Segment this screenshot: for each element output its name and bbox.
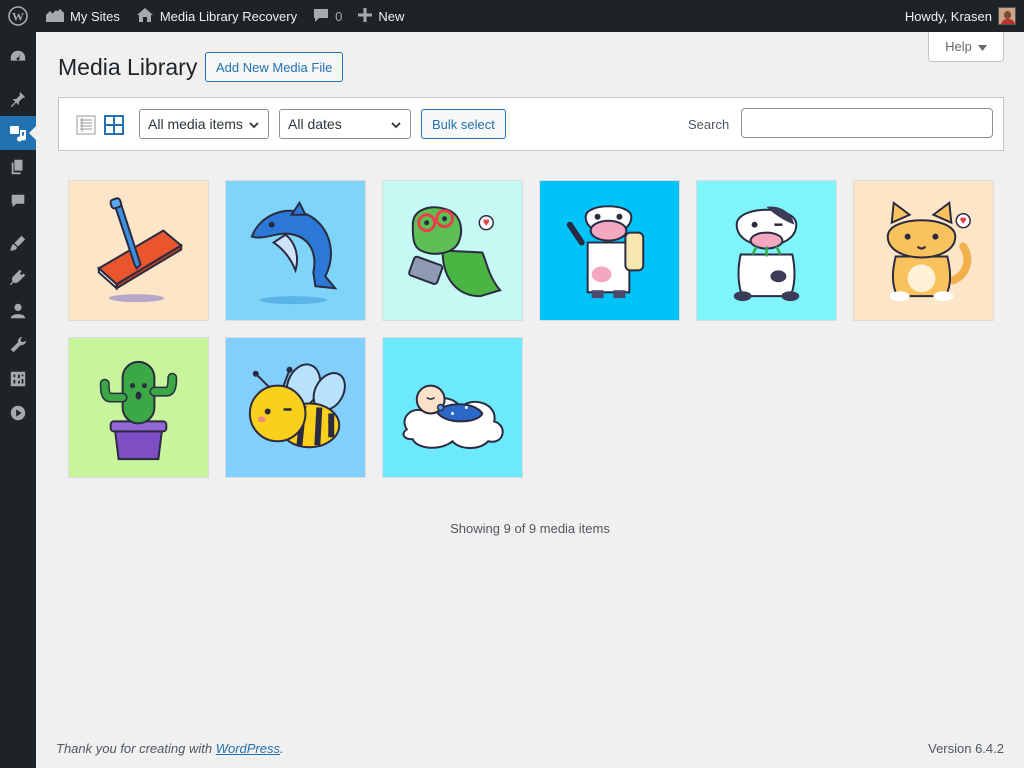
notebook-image — [69, 181, 208, 320]
dashboard-icon[interactable] — [0, 40, 36, 74]
my-account-menu[interactable]: Howdy, Krasen — [897, 0, 1024, 32]
footer-thanks-text: Thank you for creating with — [56, 741, 216, 756]
cow-grass-image — [697, 181, 836, 320]
wordpress-logo-icon[interactable]: W — [0, 0, 36, 32]
comments-menu[interactable]: 0 — [305, 0, 350, 32]
admin-menu — [0, 32, 36, 768]
appearance-icon[interactable] — [0, 226, 36, 260]
media-item-dinosaur[interactable] — [382, 180, 523, 321]
users-icon[interactable] — [0, 294, 36, 328]
collapse-icon[interactable] — [0, 396, 36, 430]
media-item-bee[interactable] — [225, 337, 366, 478]
new-content-menu[interactable]: New — [350, 0, 412, 32]
date-filter[interactable]: All dates — [279, 109, 411, 139]
avatar — [998, 7, 1016, 25]
baby-cloud-image — [383, 338, 522, 477]
settings-icon[interactable] — [0, 362, 36, 396]
dolphin-image — [226, 181, 365, 320]
help-button[interactable]: Help — [928, 32, 1004, 62]
site-name-label: Media Library Recovery — [159, 8, 298, 24]
search-label: Search — [688, 117, 730, 132]
my-sites-menu[interactable]: My Sites — [36, 0, 128, 32]
svg-text:W: W — [12, 10, 24, 24]
wordpress-link[interactable]: WordPress — [216, 741, 280, 756]
media-count-status: Showing 9 of 9 media items — [450, 521, 610, 536]
list-view-icon[interactable] — [76, 115, 96, 138]
media-item-cat[interactable] — [853, 180, 994, 321]
my-sites-label: My Sites — [70, 8, 120, 24]
chevron-down-icon — [248, 118, 260, 134]
comment-bubble-icon — [313, 7, 329, 26]
media-type-value: All media items — [148, 116, 243, 132]
comments-icon[interactable] — [0, 184, 36, 218]
admin-bar: W My Sites Media Library Recovery 0 New … — [0, 0, 1024, 32]
grid-view-icon[interactable] — [104, 115, 124, 138]
tools-icon[interactable] — [0, 328, 36, 362]
cactus-image — [69, 338, 208, 477]
plus-icon — [358, 7, 373, 25]
comments-count: 0 — [335, 8, 343, 24]
dinosaur-image — [383, 181, 522, 320]
date-filter-value: All dates — [288, 116, 342, 132]
bee-image — [226, 338, 365, 477]
footer-thanks: Thank you for creating with WordPress. — [56, 741, 284, 756]
media-item-cactus[interactable] — [68, 337, 209, 478]
media-item-cow-grass[interactable] — [696, 180, 837, 321]
add-new-media-button[interactable]: Add New Media File — [205, 52, 344, 82]
pages-icon[interactable] — [0, 150, 36, 184]
version-label: Version 6.4.2 — [928, 741, 1004, 756]
pin-icon[interactable] — [0, 82, 36, 116]
media-item-dolphin[interactable] — [225, 180, 366, 321]
site-name-menu[interactable]: Media Library Recovery — [128, 0, 305, 32]
plugins-icon[interactable] — [0, 260, 36, 294]
home-icon — [136, 7, 154, 26]
caret-down-icon — [977, 39, 987, 54]
media-item-cow-milk[interactable] — [539, 180, 680, 321]
new-label: New — [378, 8, 405, 24]
footer-thanks-suffix: . — [280, 741, 284, 756]
cow-milk-image — [540, 181, 679, 320]
media-item-baby-cloud[interactable] — [382, 337, 523, 478]
search-input[interactable] — [741, 108, 993, 138]
bulk-select-button[interactable]: Bulk select — [421, 109, 506, 139]
howdy-label: Howdy, Krasen — [904, 8, 992, 24]
media-type-filter[interactable]: All media items — [139, 109, 269, 139]
page-title: Media Library — [58, 54, 198, 80]
media-toolbar: All media items All dates Bulk select Se… — [58, 97, 1004, 151]
media-item-notebook[interactable] — [68, 180, 209, 321]
chevron-down-icon — [390, 118, 402, 134]
cat-image — [854, 181, 993, 320]
my-sites-icon — [44, 7, 64, 26]
media-icon[interactable] — [0, 116, 36, 150]
help-label: Help — [945, 39, 972, 54]
